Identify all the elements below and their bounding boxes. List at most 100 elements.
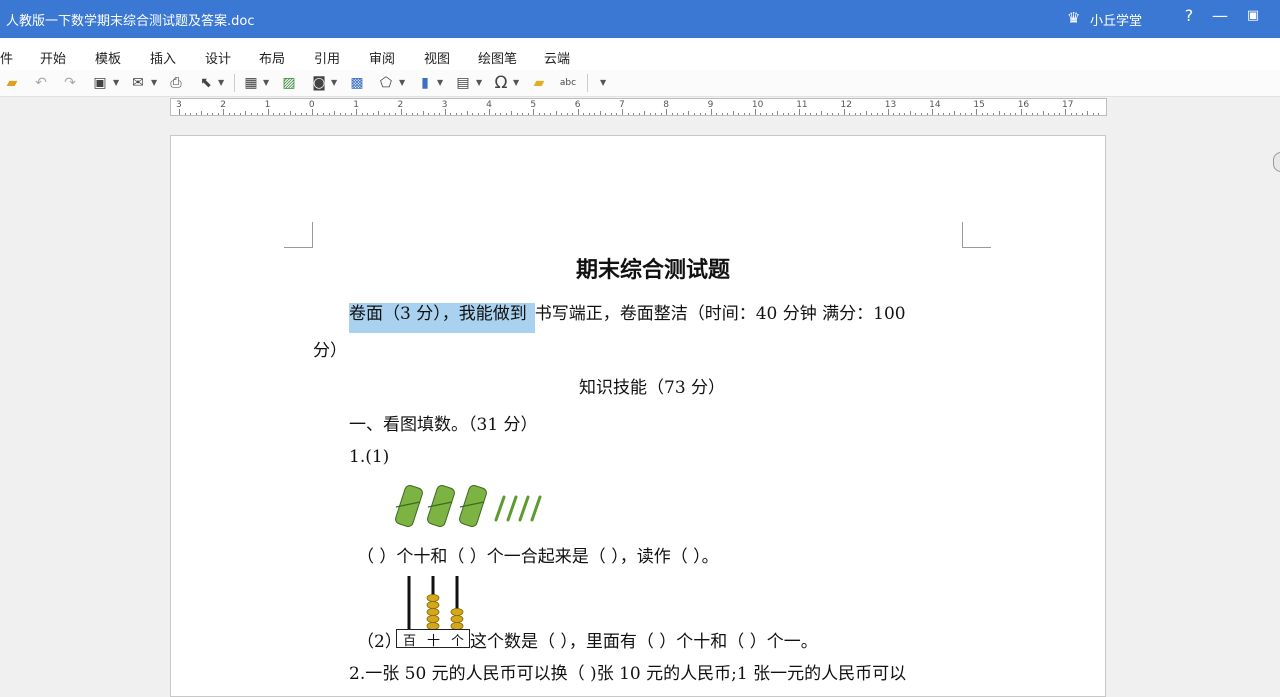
screenshot-dropdown-icon[interactable]: ▼	[331, 78, 337, 87]
intro-line: 卷面（3 分），我能做到 书写端正，卷面整洁（时间：40 分钟 满分：100	[349, 299, 906, 333]
menu-view[interactable]: 视图	[424, 48, 450, 67]
ruler-tick	[1037, 113, 1039, 115]
menu-layout[interactable]: 布局	[259, 48, 285, 67]
ruler-tick	[599, 111, 601, 115]
ruler-tick	[854, 113, 856, 115]
horizontal-ruler[interactable]: 3 2 1 0 1 2 3 4 5 6 7 8 9 10 11 12 13 14 15 16 17	[170, 98, 1107, 116]
ruler-tick	[411, 113, 413, 115]
ruler-tick	[478, 113, 480, 115]
ruler-tick	[898, 113, 900, 115]
help-button[interactable]: ?	[1179, 6, 1199, 25]
ruler-tick	[422, 111, 424, 115]
save-icon[interactable]: ▣	[90, 73, 110, 93]
scroll-handle[interactable]	[1273, 152, 1280, 172]
ruler-tick	[1076, 113, 1078, 115]
document-page[interactable]	[170, 135, 1106, 697]
folder-open-icon[interactable]: ▰	[2, 73, 22, 93]
ruler-number: 16	[1017, 100, 1030, 110]
menu-insert[interactable]: 插入	[150, 48, 176, 67]
omega-dropdown-icon[interactable]: ▼	[513, 78, 519, 87]
ruler-tick	[250, 113, 252, 115]
chart-dropdown-icon[interactable]: ▼	[437, 78, 443, 87]
abacus-image	[407, 576, 464, 630]
shape-dropdown-icon[interactable]: ▼	[399, 78, 405, 87]
print-icon[interactable]: ⎙	[166, 73, 186, 93]
ruler-tick	[206, 113, 208, 115]
ruler-tick	[738, 113, 740, 115]
ruler-tick	[677, 113, 679, 115]
ruler-tick	[782, 113, 784, 115]
menu-references[interactable]: 引用	[314, 48, 340, 67]
textbox-dropdown-icon[interactable]: ▼	[476, 78, 482, 87]
shape-icon[interactable]: ⬠	[376, 73, 396, 93]
note-icon[interactable]: ▰	[529, 73, 549, 93]
place-label-ones: 个	[451, 634, 465, 649]
menu-template[interactable]: 模板	[95, 48, 121, 67]
ruler-tick	[716, 113, 718, 115]
ruler-tick	[1092, 113, 1094, 115]
table-icon[interactable]: ▦	[241, 73, 261, 93]
screenshot-icon[interactable]: ◙	[309, 73, 329, 93]
omega-icon[interactable]: Ω	[491, 73, 511, 93]
ruler-tick	[1087, 111, 1089, 115]
selected-text[interactable]: 卷面（3 分），我能做到	[349, 303, 535, 333]
ruler-tick	[987, 113, 989, 115]
ruler-tick	[489, 109, 491, 115]
pointer-icon[interactable]: ⬉	[196, 73, 216, 93]
ruler-tick	[909, 111, 911, 115]
ruler-tick	[583, 113, 585, 115]
ruler-tick	[461, 113, 463, 115]
more-tools-icon[interactable]: ▼	[600, 78, 606, 87]
ruler-tick	[212, 113, 214, 115]
ruler-tick	[594, 113, 596, 115]
ruler-tick	[533, 109, 535, 115]
ruler-tick	[223, 109, 225, 115]
undo-icon[interactable]: ↶	[31, 73, 51, 93]
image-icon[interactable]: ▨	[279, 73, 299, 93]
ruler-tick	[882, 113, 884, 115]
user-name[interactable]: 小丘学堂	[1090, 10, 1142, 29]
menu-cloud[interactable]: 云端	[544, 48, 570, 67]
ruler-tick	[234, 113, 236, 115]
margin-mark-left	[284, 222, 313, 248]
ruler-tick	[993, 113, 994, 115]
textbox-icon[interactable]: ▤	[453, 73, 473, 93]
ruler-tick	[367, 113, 369, 115]
pointer-dropdown-icon[interactable]: ▼	[218, 78, 224, 87]
ruler-number: 12	[840, 100, 852, 110]
redo-icon[interactable]: ↷	[60, 73, 80, 93]
menu-review[interactable]: 审阅	[369, 48, 395, 67]
menu-draw[interactable]: 绘图笔	[478, 48, 517, 67]
menu-file[interactable]: 件	[0, 48, 13, 67]
mail-icon[interactable]: ✉	[128, 73, 148, 93]
ruler-tick	[699, 113, 701, 115]
ruler-tick	[998, 111, 1000, 115]
shapes-icon[interactable]: ▩	[347, 73, 367, 93]
ruler-tick	[705, 113, 707, 115]
ruler-tick	[948, 113, 950, 115]
menu-home[interactable]: 开始	[40, 48, 66, 67]
ruler-tick	[322, 113, 324, 115]
title-bar: 人教版一下数学期末综合测试题及答案.doc ♛ 小丘学堂 ? — ▣	[0, 0, 1280, 38]
ruler-tick	[826, 113, 828, 115]
mail-dropdown-icon[interactable]: ▼	[151, 78, 157, 87]
ruler-tick	[610, 113, 612, 115]
chart-icon[interactable]: ▮	[415, 73, 435, 93]
ruler-tick	[295, 113, 297, 115]
menu-design[interactable]: 设计	[205, 48, 231, 67]
restore-button[interactable]: ▣	[1243, 8, 1263, 23]
minimize-button[interactable]: —	[1210, 6, 1230, 25]
table-dropdown-icon[interactable]: ▼	[263, 78, 269, 87]
ruler-tick	[179, 109, 180, 115]
ruler-tick	[417, 113, 419, 115]
ruler-tick	[655, 113, 657, 115]
save-dropdown-icon[interactable]: ▼	[113, 78, 119, 87]
ruler-tick	[184, 113, 186, 115]
ruler-tick	[500, 113, 502, 115]
ruler-tick	[771, 113, 773, 115]
spellcheck-icon[interactable]: abc	[558, 73, 578, 93]
doc-title: 期末综合测试题	[576, 257, 731, 283]
ruler-number: 17	[1062, 100, 1074, 110]
ruler-tick	[389, 113, 391, 115]
ruler-tick	[937, 113, 939, 115]
